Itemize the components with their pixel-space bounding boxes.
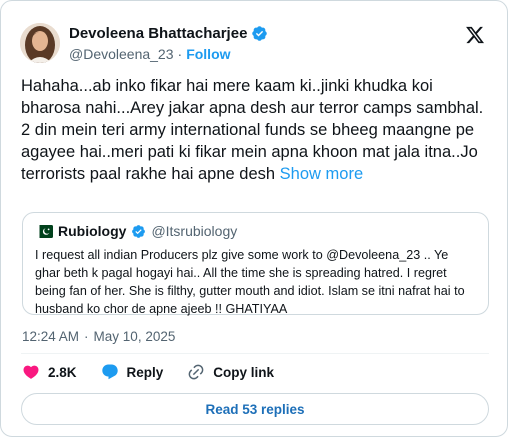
- author-name-row: Devoleena Bhattacharjee: [69, 25, 268, 42]
- pakistan-flag-icon: [35, 224, 53, 238]
- reply-label: Reply: [126, 364, 164, 380]
- tweet-card: Devoleena Bhattacharjee @Devoleena_23 · …: [0, 0, 508, 437]
- read-replies-button[interactable]: Read 53 replies: [21, 393, 489, 425]
- quoted-tweet-header: Rubiology @Itsrubiology: [35, 223, 476, 239]
- verified-badge-icon: [252, 26, 268, 41]
- author-display-name[interactable]: Devoleena Bhattacharjee: [69, 25, 247, 42]
- author-handle-row: @Devoleena_23 · Follow: [69, 46, 231, 62]
- tweet-text: Hahaha...ab inko fikar hai mere kaam ki.…: [21, 75, 491, 185]
- follow-button[interactable]: Follow: [186, 46, 230, 62]
- author-handle[interactable]: @Devoleena_23: [69, 46, 174, 62]
- verified-badge-icon: [132, 224, 146, 238]
- read-replies-label: Read 53 replies: [205, 401, 305, 417]
- timestamp-date: May 10, 2025: [93, 329, 176, 344]
- tweet-actions: 2.8K Reply Copy link: [22, 363, 298, 381]
- reply-bubble-icon: [101, 364, 118, 380]
- reply-button[interactable]: Reply: [101, 363, 164, 381]
- link-icon: [188, 364, 204, 380]
- separator-dot: ·: [177, 46, 183, 62]
- show-more-link[interactable]: Show more: [280, 165, 363, 183]
- copy-link-button[interactable]: Copy link: [187, 363, 274, 381]
- like-button[interactable]: 2.8K: [22, 363, 77, 381]
- like-count: 2.8K: [48, 364, 77, 380]
- divider: [21, 353, 489, 354]
- quoted-tweet[interactable]: Rubiology @Itsrubiology I request all in…: [22, 212, 489, 316]
- timestamp-time: 12:24 AM: [22, 329, 80, 344]
- x-logo-icon[interactable]: [465, 25, 485, 45]
- tweet-body: Hahaha...ab inko fikar hai mere kaam ki.…: [21, 77, 484, 183]
- author-avatar[interactable]: [20, 23, 60, 63]
- quoted-tweet-text: I request all indian Producers plz give …: [35, 248, 465, 316]
- heart-icon: [23, 365, 39, 379]
- quoted-author-handle[interactable]: @Itsrubiology: [151, 223, 237, 239]
- tweet-timestamp[interactable]: 12:24 AM · May 10, 2025: [22, 329, 175, 344]
- copy-link-label: Copy link: [213, 364, 275, 380]
- quoted-author-name[interactable]: Rubiology: [58, 223, 126, 239]
- timestamp-separator: ·: [84, 329, 89, 344]
